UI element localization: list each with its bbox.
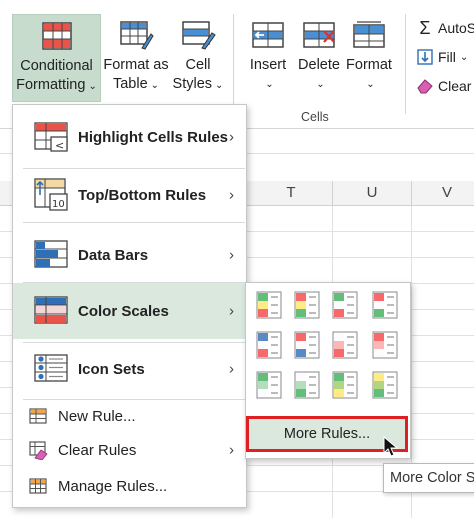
column-header-u[interactable]: U [333,181,412,205]
sigma-icon: Σ [419,17,431,38]
chevron-right-icon: › [229,360,234,378]
cell-styles-button[interactable]: Cell Styles ⌄ [171,14,225,102]
chevron-right-icon: › [229,186,234,204]
menu-separator [23,399,245,400]
chevron-right-icon: › [229,246,234,264]
autosum-button[interactable]: Σ AutoS [416,16,474,40]
chevron-right-icon: › [229,128,234,146]
chevron-down-icon: ⌄ [366,79,375,90]
menu-item-label: Data Bars [78,246,149,264]
menu-separator [23,222,245,223]
top-bottom-badge: 10 [52,199,65,210]
format-label: Format [346,57,392,73]
color-scale-red-white-green-icon[interactable] [372,291,398,319]
new-rule-label: New Rule... [58,407,136,425]
clear-rules-icon [28,440,48,461]
top-bottom-icon: 10 [33,177,69,213]
conditional-formatting-line2: Formatting [16,77,86,93]
color-scale-blue-white-red-icon[interactable] [256,331,282,359]
menu-item-label: Color Scales [78,302,169,320]
chevron-down-icon: ⌄ [88,81,97,92]
manage-rules-label: Manage Rules... [58,477,168,495]
mouse-cursor-icon [383,435,399,458]
delete-button[interactable]: Delete ⌄ [294,14,344,102]
menu-item-top-bottom-rules[interactable]: 10 Top/Bottom Rules › [13,167,246,223]
fill-button[interactable]: Fill ⌄ [416,45,468,69]
format-cells-icon [351,20,387,50]
ribbon-separator [233,14,234,114]
eraser-icon [416,77,434,95]
fill-label: Fill [438,49,456,65]
chevron-down-icon: ⌄ [215,80,224,91]
insert-button[interactable]: Insert ⌄ [243,14,293,102]
column-header-v[interactable]: V [412,181,474,205]
icon-sets-icon [33,351,69,387]
insert-cells-icon [250,20,286,50]
cells-group-label: Cells [301,110,329,124]
menu-item-new-rule[interactable]: New Rule... [13,401,246,431]
delete-cells-icon [301,20,337,50]
format-as-table-line2: Table [112,76,148,92]
color-scale-white-red-icon[interactable] [332,331,358,359]
conditional-formatting-button[interactable]: Conditional Formatting ⌄ [12,14,101,102]
highlight-cells-icon: < [33,119,69,155]
conditional-formatting-menu: < Highlight Cells Rules › 10 Top/Bottom … [12,104,247,508]
cell-styles-line1: Cell [185,57,211,73]
more-color-scales-tooltip: More Color Scales [383,463,474,493]
color-scale-red-white-blue-icon[interactable] [294,331,320,359]
new-rule-icon [28,406,48,426]
menu-item-label: Icon Sets [78,360,145,378]
data-bars-icon [33,237,69,273]
insert-label: Insert [249,57,287,73]
chevron-right-icon: › [229,441,234,459]
menu-item-data-bars[interactable]: Data Bars › [13,227,246,283]
clear-label: Clear [438,78,472,94]
color-scale-green-white-icon[interactable] [256,371,282,399]
cell-styles-icon [180,20,216,50]
color-scale-green-yellow-red-icon[interactable] [256,291,282,319]
chevron-down-icon: ⌄ [150,80,160,91]
column-header-t[interactable]: T [250,181,333,205]
manage-rules-icon [28,476,48,496]
menu-item-icon-sets[interactable]: Icon Sets › [13,341,246,397]
delete-label: Delete [298,57,340,73]
clear-rules-label: Clear Rules [58,441,137,459]
conditional-formatting-line1: Conditional [20,58,93,74]
format-button[interactable]: Format ⌄ [344,14,394,102]
color-scale-yellow-green-icon[interactable] [372,371,398,399]
color-scale-red-white-icon[interactable] [372,331,398,359]
fill-down-icon [416,48,434,66]
menu-item-clear-rules[interactable]: Clear Rules › [13,435,246,465]
ribbon-separator [405,14,406,114]
chevron-down-icon: ⌄ [265,79,274,90]
menu-item-label: Top/Bottom Rules [78,186,207,204]
cell-styles-line2: Styles [172,76,213,92]
color-scale-red-yellow-green-icon[interactable] [294,291,320,319]
autosum-label: AutoS [438,20,474,36]
menu-item-label: Highlight Cells Rules [78,128,229,146]
format-as-table-line1: Format as [103,57,169,73]
color-scale-green-yellow-icon[interactable] [332,371,358,399]
color-scale-white-green-icon[interactable] [294,371,320,399]
chevron-down-icon: ⌄ [459,51,469,63]
menu-item-color-scales[interactable]: Color Scales › [13,283,246,339]
chevron-right-icon: › [229,302,234,320]
menu-item-manage-rules[interactable]: Manage Rules... [13,471,246,501]
format-as-table-button[interactable]: Format as Table ⌄ [101,14,171,102]
chevron-down-icon: ⌄ [316,79,325,90]
clear-button[interactable]: Clear [416,74,471,98]
format-as-table-icon [118,20,154,50]
menu-item-highlight-cells-rules[interactable]: < Highlight Cells Rules › [13,109,246,165]
svg-text:<: < [55,139,64,152]
color-scale-green-white-red-icon[interactable] [332,291,358,319]
color-scales-icon [33,293,69,329]
conditional-formatting-icon [39,21,75,51]
